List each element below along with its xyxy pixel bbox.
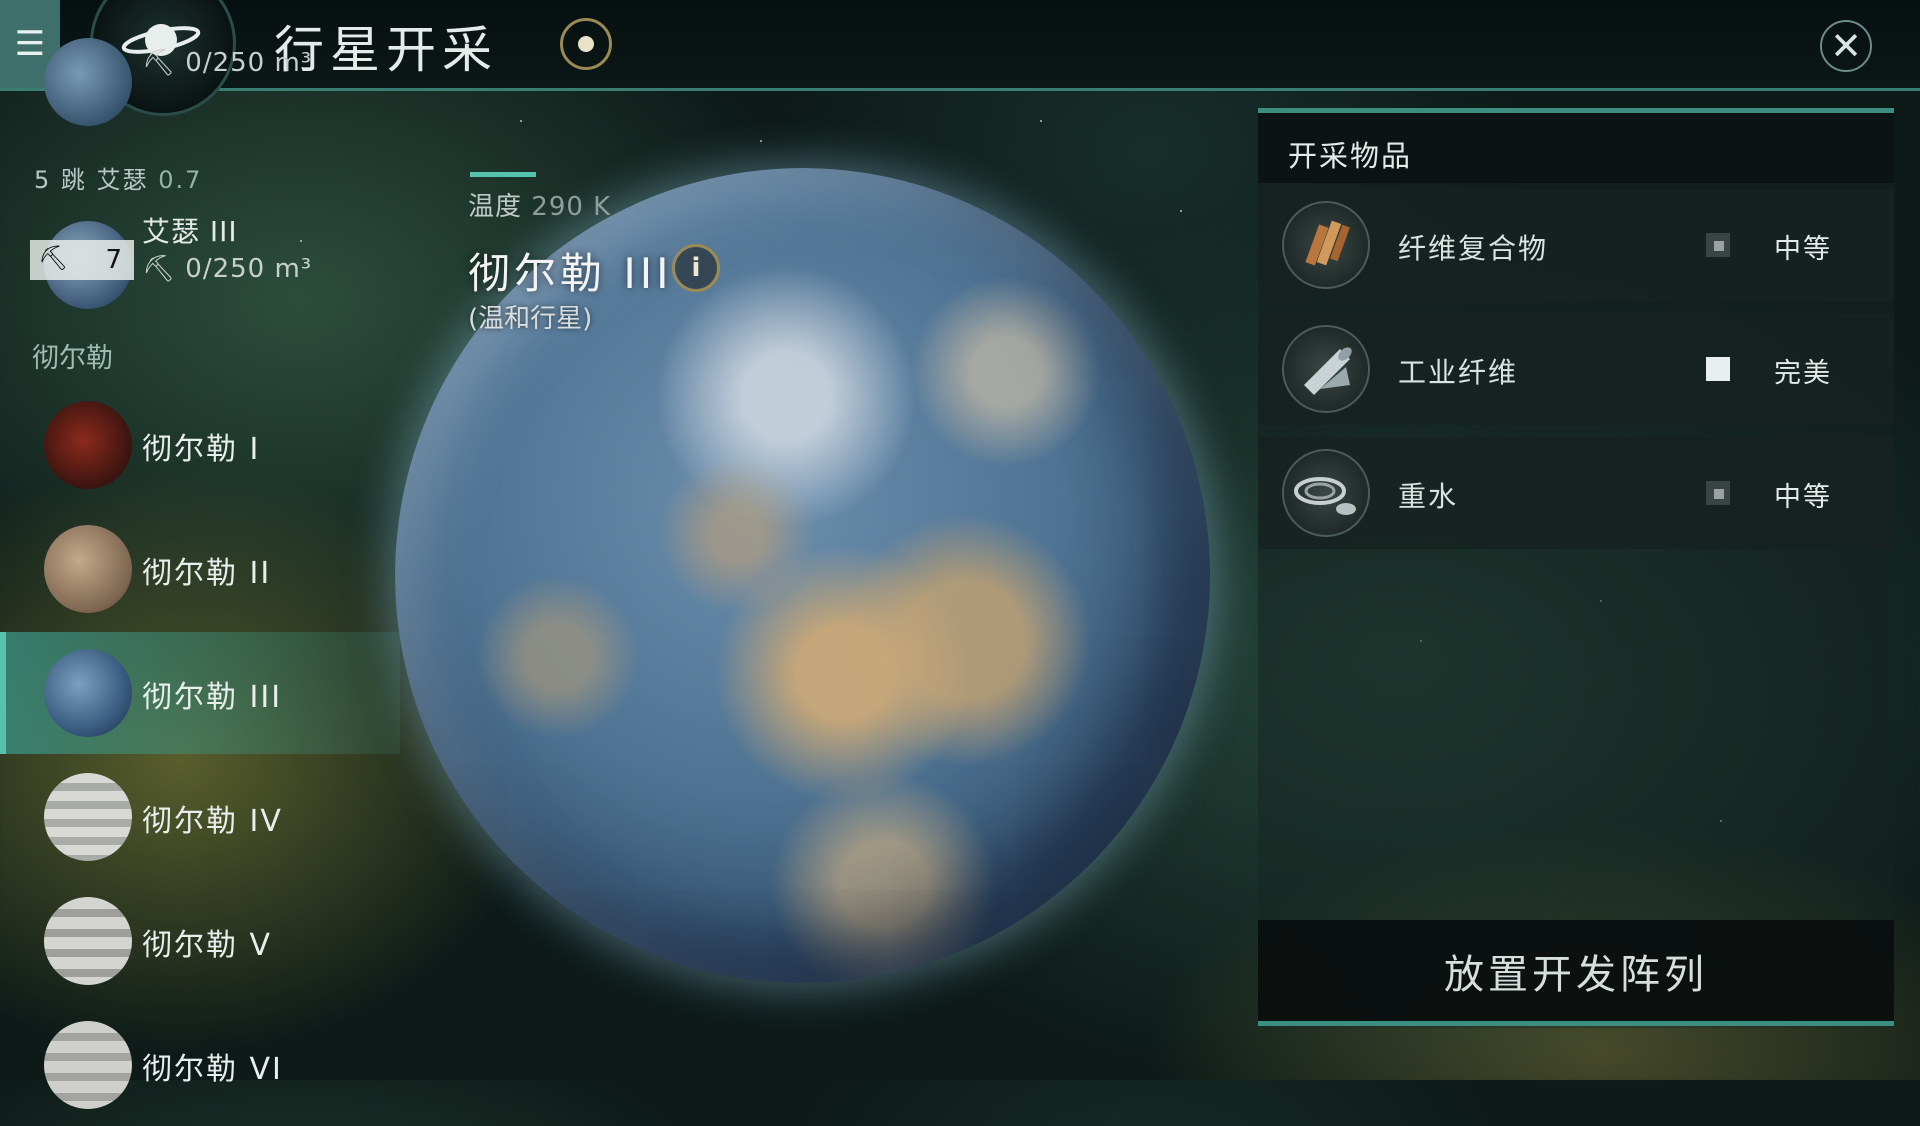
mining-badge: ⛏ 7 [30, 240, 134, 280]
planet-row-chele-v[interactable]: 彻尔勒 V [0, 880, 400, 1002]
planet-row-aisse-iii[interactable]: ⛏ 7 艾瑟 III ⛏ 0/250 m³ [0, 204, 400, 326]
planet-thumbnail [44, 773, 132, 861]
planet-name: 彻尔勒 III [142, 680, 283, 715]
temperature-readout: 温度 290 K [468, 192, 612, 222]
heavy-water-icon [1282, 449, 1370, 537]
planet-row-chele-ii[interactable]: 彻尔勒 II [0, 508, 400, 630]
planet-type: (温和行星) [468, 304, 593, 334]
resource-name: 重水 [1398, 480, 1459, 513]
industrial-fiber-icon [1282, 325, 1370, 413]
panel-title: 开采物品 [1288, 139, 1413, 173]
info-icon[interactable]: i [672, 244, 720, 292]
system-header-chele: 彻尔勒 [32, 343, 113, 374]
mining-items-panel: 开采物品 纤维复合物 中等 工业纤维 完美 重水 中等 [1258, 108, 1894, 1028]
quality-indicator [1706, 481, 1730, 505]
planet-thumbnail [44, 897, 132, 985]
deploy-array-button[interactable]: 放置开发阵列 [1258, 920, 1894, 1026]
planet-row-chele-iv[interactable]: 彻尔勒 IV [0, 756, 400, 878]
quality-indicator [1706, 357, 1730, 381]
panel-header: 开采物品 [1258, 113, 1894, 183]
planet-row-partial[interactable]: ⛏ 0/250 m³ [0, 28, 400, 150]
planet-name: 彻尔勒 II [142, 556, 272, 591]
planet-thumbnail [44, 1021, 132, 1109]
quality-indicator [1706, 233, 1730, 257]
planet-row-chele-iii[interactable]: 彻尔勒 III [0, 632, 400, 754]
planet-list: ⛏ 0/250 m³ 5 跳 艾瑟 0.7 ⛏ 7 艾瑟 III ⛏ 0/250… [0, 38, 400, 1109]
planet-row-chele-vi[interactable]: 彻尔勒 VI [0, 1004, 400, 1126]
planet-row-chele-i[interactable]: 彻尔勒 I [0, 384, 400, 506]
resource-quality: 完美 [1774, 358, 1832, 389]
capacity-text: ⛏ 0/250 m³ [142, 254, 313, 284]
resource-name: 工业纤维 [1398, 356, 1519, 389]
planet-thumbnail [44, 525, 132, 613]
close-button[interactable]: ✕ [1820, 20, 1872, 72]
resource-quality: 中等 [1774, 234, 1832, 265]
planet-name: 艾瑟 III [142, 215, 238, 248]
close-icon: ✕ [1830, 24, 1862, 68]
resource-item-heavy-water[interactable]: 重水 中等 [1258, 437, 1894, 549]
planet-title: 彻尔勒 III [468, 249, 673, 298]
planet-name: 彻尔勒 VI [142, 1052, 283, 1087]
planet-name: 彻尔勒 V [142, 928, 273, 963]
pickaxe-icon: ⛏ [38, 244, 69, 272]
planet-thumbnail [44, 38, 132, 126]
accent-bar [470, 172, 536, 177]
planet-thumbnail [44, 401, 132, 489]
resource-quality: 中等 [1774, 482, 1832, 513]
target-icon[interactable] [560, 18, 612, 70]
planet-name: 彻尔勒 I [142, 432, 261, 467]
planet-name: 彻尔勒 IV [142, 804, 283, 839]
fiber-composite-icon [1282, 201, 1370, 289]
resource-item-fiber-composite[interactable]: 纤维复合物 中等 [1258, 189, 1894, 301]
resource-item-industrial-fiber[interactable]: 工业纤维 完美 [1258, 313, 1894, 425]
resource-name: 纤维复合物 [1398, 232, 1549, 265]
system-header-aisse: 5 跳 艾瑟 0.7 [34, 166, 203, 194]
planet-thumbnail [44, 649, 132, 737]
capacity-text: ⛏ 0/250 m³ [142, 48, 313, 78]
